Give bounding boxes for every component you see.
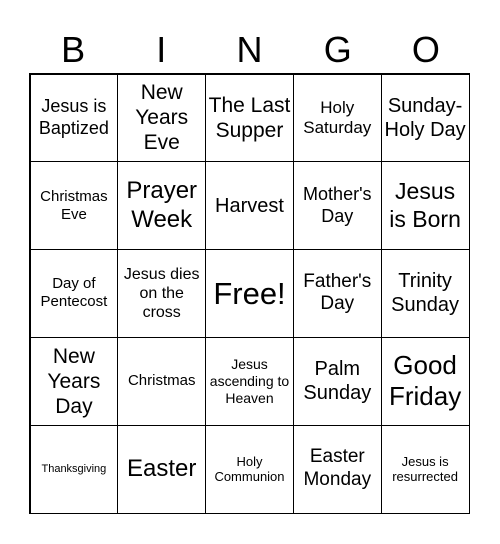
bingo-cell-label: Jesus is Baptized: [38, 96, 109, 138]
bingo-cell[interactable]: Easter: [117, 424, 207, 514]
bingo-cell[interactable]: Good Friday: [380, 336, 470, 426]
bingo-cell[interactable]: Free!: [205, 249, 294, 338]
header-letter-o: O: [411, 29, 440, 70]
bingo-cell-label: Jesus dies on the cross: [123, 265, 200, 322]
bingo-cell-label: Trinity Sunday: [391, 270, 460, 317]
bingo-cell-label: Harvest: [215, 194, 284, 217]
bingo-cell-label: Christmas Eve: [40, 187, 108, 223]
bingo-cell[interactable]: Harvest: [205, 161, 294, 251]
header-letter-n: N: [236, 29, 263, 70]
bingo-cell-label: Jesus ascending to Heaven: [209, 356, 290, 406]
bingo-cell[interactable]: Holy Communion: [205, 424, 294, 514]
bingo-cell-label: Good Friday: [388, 350, 462, 412]
bingo-cell[interactable]: Thanksgiving: [29, 424, 119, 514]
header-letter-i: I: [156, 29, 167, 70]
bingo-cell[interactable]: Jesus dies on the cross: [117, 249, 207, 338]
bingo-cell[interactable]: Trinity Sunday: [380, 249, 470, 338]
bingo-cell[interactable]: Christmas Eve: [29, 161, 119, 251]
bingo-cell-label: Jesus is resurrected: [392, 453, 458, 485]
bingo-cell-label: Holy Saturday: [303, 97, 372, 137]
bingo-cell[interactable]: Prayer Week: [117, 161, 207, 251]
bingo-cell[interactable]: New Years Eve: [117, 73, 207, 163]
bingo-cell-label: Mother's Day: [303, 184, 372, 226]
bingo-cell[interactable]: Easter Monday: [292, 424, 382, 514]
bingo-header: B I N G O: [29, 26, 470, 74]
header-letter-g: G: [323, 29, 352, 70]
bingo-cell-label: New Years Eve: [135, 81, 189, 155]
bingo-cell-label: Father's Day: [303, 270, 372, 315]
bingo-cell-label: Easter Monday: [303, 446, 372, 491]
bingo-cell-label: Christmas: [127, 372, 196, 390]
bingo-cell-label: Day of Pentecost: [40, 275, 108, 311]
bingo-cell-label: The Last Supper: [208, 93, 291, 142]
bingo-cell[interactable]: Jesus ascending to Heaven: [205, 336, 294, 426]
bingo-cell[interactable]: Christmas: [117, 336, 207, 426]
bingo-cell[interactable]: Mother's Day: [292, 161, 382, 251]
bingo-cell[interactable]: Jesus is Baptized: [29, 73, 119, 163]
bingo-cell-label: Thanksgiving: [41, 462, 107, 475]
bingo-cell-label: Sunday-Holy Day: [384, 94, 466, 141]
bingo-cell-label: Palm Sunday: [303, 358, 372, 405]
bingo-cell[interactable]: Sunday-Holy Day: [380, 73, 470, 163]
bingo-cell[interactable]: Holy Saturday: [292, 73, 382, 163]
bingo-cell[interactable]: New Years Day: [29, 336, 119, 426]
bingo-cell-label: Jesus is Born: [389, 178, 461, 232]
header-letter-b: B: [61, 29, 86, 70]
bingo-cell[interactable]: Palm Sunday: [292, 336, 382, 426]
bingo-cell-label: Easter: [127, 454, 197, 482]
bingo-cell-label: Prayer Week: [126, 176, 198, 233]
bingo-cell[interactable]: The Last Supper: [205, 73, 294, 163]
bingo-cell[interactable]: Jesus is Born: [380, 161, 470, 251]
bingo-cell[interactable]: Father's Day: [292, 249, 382, 338]
bingo-cell[interactable]: Day of Pentecost: [29, 249, 119, 338]
bingo-cell[interactable]: Jesus is resurrected: [380, 424, 470, 514]
bingo-grid: Jesus is Baptized New Years Eve The Last S…: [29, 73, 470, 514]
bingo-cell-label: Free!: [213, 275, 286, 311]
bingo-cell-label: Holy Communion: [214, 453, 285, 485]
bingo-cell-label: New Years Day: [47, 344, 101, 418]
